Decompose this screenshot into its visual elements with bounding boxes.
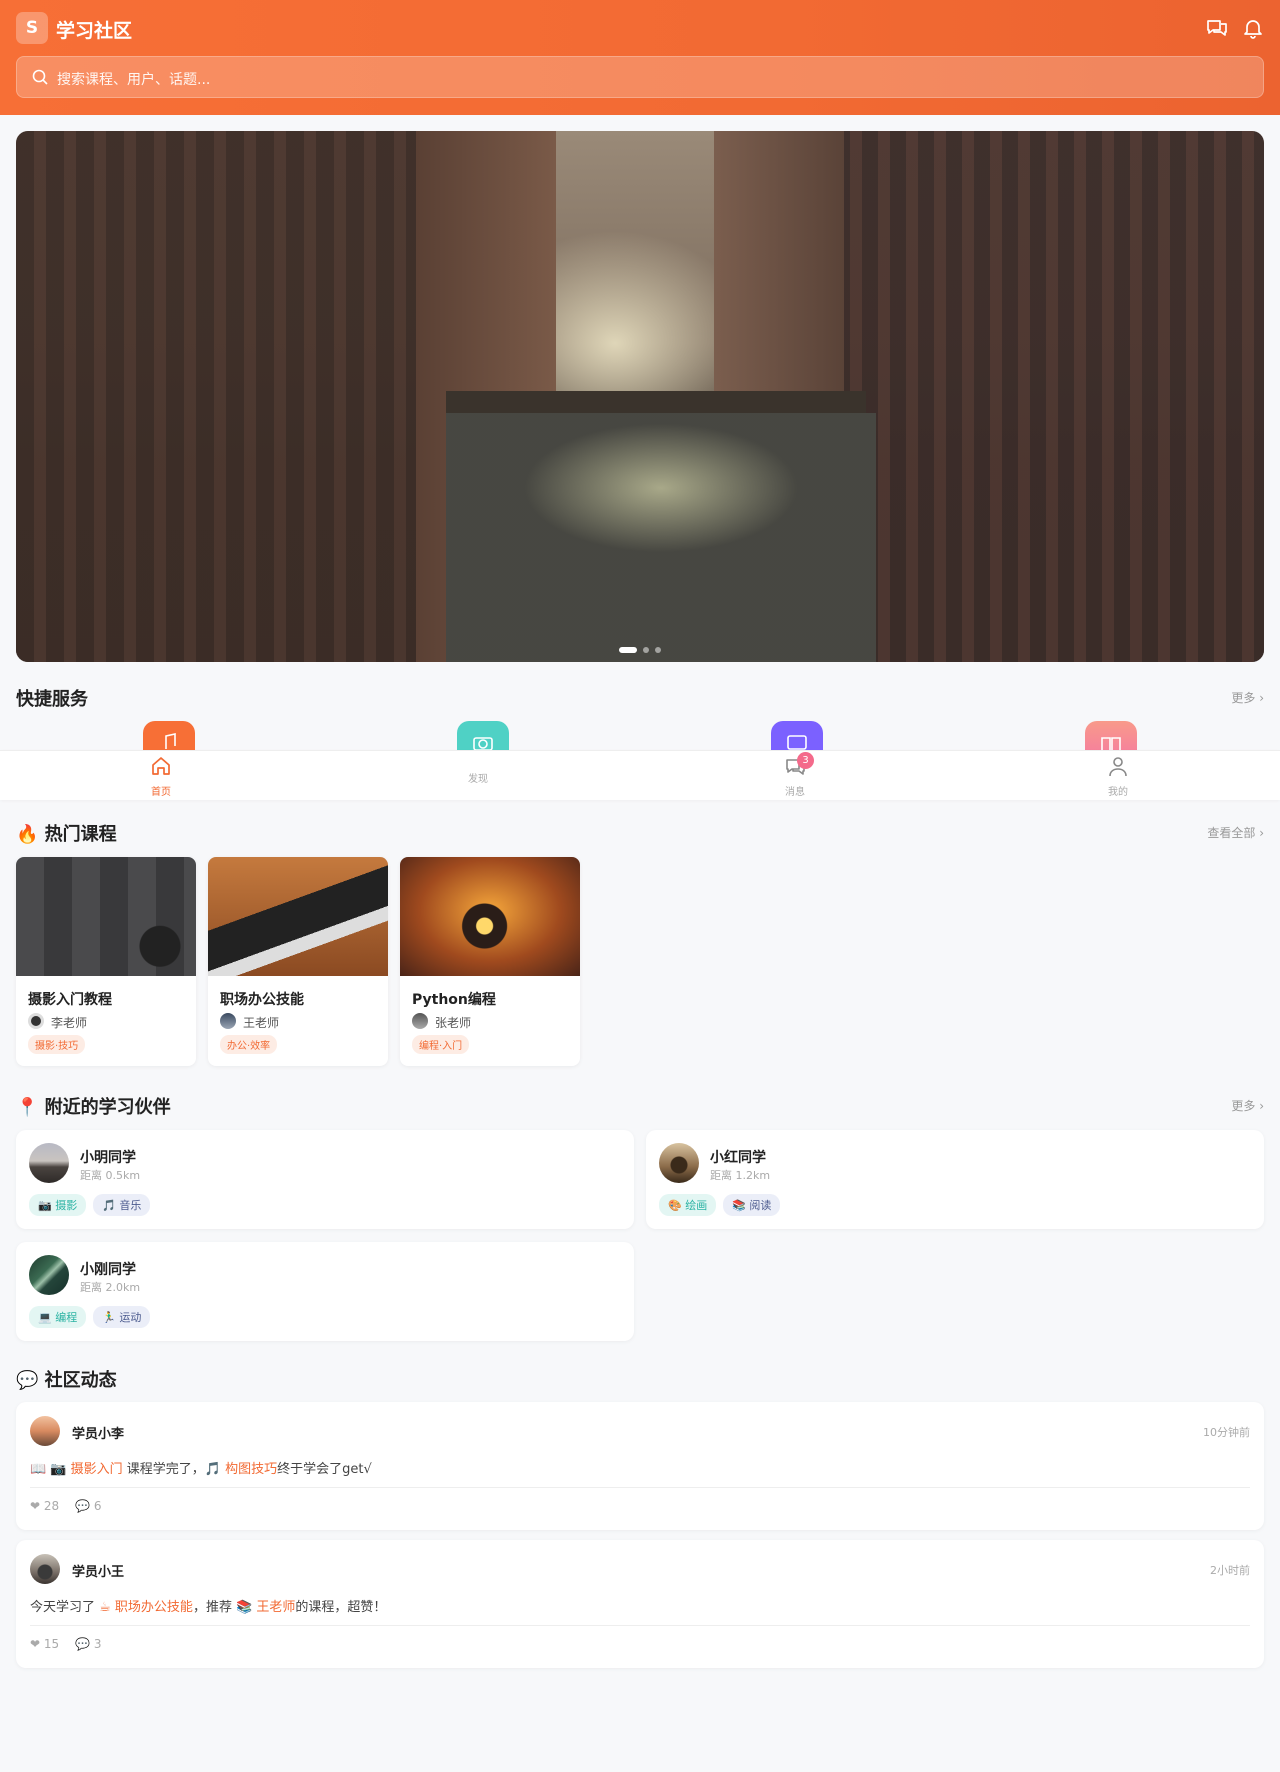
bell-icon[interactable]: [1241, 16, 1265, 40]
post-body: 📖 📷 摄影入门 课程学完了，🎵 构图技巧终于学会了get√: [30, 1462, 372, 1477]
post-author: 学员小李: [72, 1427, 125, 1442]
course-tag: 摄影·技巧: [28, 1035, 86, 1054]
post-link[interactable]: 📷 摄影入门: [50, 1462, 122, 1477]
app-logo[interactable]: S: [16, 12, 48, 44]
avatar: [28, 1013, 44, 1029]
quick-service-camera[interactable]: [457, 721, 509, 751]
book-icon: [1101, 737, 1121, 751]
tab-label: 首页: [151, 787, 171, 798]
carousel-dot[interactable]: [643, 647, 649, 653]
course-tag: 编程·入门: [412, 1035, 470, 1054]
tab-label: 发现: [468, 774, 488, 785]
interest-tag: 📚 阅读: [723, 1194, 781, 1216]
user-distance: 距离 0.5km: [80, 1169, 141, 1182]
hot-courses-title: 🔥 热门课程: [16, 824, 117, 845]
course-card[interactable]: 职场办公技能 王老师 办公·效率: [208, 857, 388, 1066]
tab-messages[interactable]: 3 消息: [765, 751, 825, 801]
search-icon: [31, 68, 49, 86]
tab-discover[interactable]: 发现: [448, 751, 508, 801]
avatar: [29, 1143, 69, 1183]
tab-profile[interactable]: 我的: [1088, 751, 1148, 801]
user-name: 小刚同学: [80, 1262, 136, 1278]
interest-tag: 🎨 绘画: [659, 1194, 717, 1216]
course-author: 李老师: [51, 1016, 88, 1030]
interest-tag: 🎵 音乐: [93, 1194, 151, 1216]
avatar: [412, 1013, 428, 1029]
chat-icon: [787, 735, 807, 750]
comment-count[interactable]: 💬 3: [75, 1637, 101, 1651]
user-name: 小红同学: [710, 1150, 766, 1166]
like-count[interactable]: ❤ 15: [30, 1637, 59, 1651]
course-author: 张老师: [435, 1016, 472, 1030]
post-author: 学员小王: [72, 1565, 125, 1580]
tab-label: 我的: [1108, 787, 1128, 798]
post-link[interactable]: 🎵 构图技巧: [205, 1462, 277, 1477]
chat-bubbles-icon[interactable]: [1205, 16, 1229, 40]
divider: [30, 1625, 1250, 1626]
carousel-dots[interactable]: [619, 647, 661, 653]
camera-icon: [473, 737, 493, 751]
carousel-dot[interactable]: [655, 647, 661, 653]
carousel-dot[interactable]: [619, 647, 637, 653]
app-header: S 学习社区 搜索课程、用户、话题...: [0, 0, 1280, 115]
quick-service-book[interactable]: [1085, 721, 1137, 751]
quick-service-music[interactable]: [143, 721, 195, 751]
search-placeholder: 搜索课程、用户、话题...: [57, 72, 211, 88]
comment-count[interactable]: 💬 6: [75, 1499, 101, 1513]
course-thumbnail: [400, 857, 580, 976]
home-icon: [152, 757, 170, 775]
app-title: 学习社区: [56, 20, 133, 42]
course-thumbnail: [208, 857, 388, 976]
interest-tag: 🏃‍♂️ 运动: [93, 1306, 151, 1328]
avatar: [30, 1416, 60, 1446]
course-author: 王老师: [243, 1016, 280, 1030]
post-link[interactable]: 📚 王老师: [236, 1600, 295, 1615]
avatar: [220, 1013, 236, 1029]
quick-service-chat[interactable]: [771, 721, 823, 751]
nearby-user-card[interactable]: 小明同学 距离 0.5km 📷 摄影 🎵 音乐: [16, 1130, 634, 1229]
nearby-more-link[interactable]: 更多 ›: [1231, 1097, 1264, 1114]
course-title: Python编程: [412, 992, 496, 1008]
course-thumbnail: [16, 857, 196, 976]
search-input[interactable]: 搜索课程、用户、话题...: [16, 56, 1264, 98]
avatar: [29, 1255, 69, 1295]
user-icon: [1109, 757, 1127, 777]
avatar: [659, 1143, 699, 1183]
user-distance: 距离 1.2km: [710, 1169, 771, 1182]
interest-tag: 💻 编程: [29, 1306, 87, 1328]
divider: [30, 1487, 1250, 1488]
tab-label: 消息: [785, 787, 805, 798]
music-icon: [165, 733, 176, 749]
user-distance: 距离 2.0km: [80, 1281, 141, 1294]
community-posts-title: 💬 社区动态: [16, 1370, 117, 1391]
post-time: 2小时前: [1210, 1564, 1250, 1577]
banner-carousel[interactable]: [16, 131, 1264, 662]
course-title: 摄影入门教程: [28, 992, 112, 1008]
bottom-tab-bar: 首页 发现 3 消息 我的: [0, 750, 1280, 800]
course-tag: 办公·效率: [220, 1035, 278, 1054]
quick-services-more-link[interactable]: 更多 ›: [1231, 689, 1264, 706]
nearby-partners-title: 📍 附近的学习伙伴: [16, 1097, 171, 1118]
community-post[interactable]: 学员小李 10分钟前 📖 📷 摄影入门 课程学完了，🎵 构图技巧终于学会了get…: [16, 1402, 1264, 1530]
nearby-user-card[interactable]: 小红同学 距离 1.2km 🎨 绘画 📚 阅读: [646, 1130, 1264, 1229]
post-time: 10分钟前: [1203, 1426, 1250, 1439]
like-count[interactable]: ❤ 28: [30, 1499, 59, 1513]
community-post[interactable]: 学员小王 2小时前 今天学习了 ☕ 职场办公技能，推荐 📚 王老师的课程，超赞！…: [16, 1540, 1264, 1668]
interest-tag: 📷 摄影: [29, 1194, 87, 1216]
unread-badge: 3: [797, 752, 814, 769]
course-title: 职场办公技能: [220, 992, 304, 1008]
course-card[interactable]: 摄影入门教程 李老师 摄影·技巧: [16, 857, 196, 1066]
avatar: [30, 1554, 60, 1584]
user-name: 小明同学: [80, 1150, 136, 1166]
tab-home[interactable]: 首页: [131, 751, 191, 801]
banner-image: [16, 131, 436, 662]
course-card[interactable]: Python编程 张老师 编程·入门: [400, 857, 580, 1066]
post-link[interactable]: ☕ 职场办公技能: [99, 1600, 193, 1615]
post-body: 今天学习了 ☕ 职场办公技能，推荐 📚 王老师的课程，超赞！: [30, 1600, 387, 1615]
nearby-user-card[interactable]: 小刚同学 距离 2.0km 💻 编程 🏃‍♂️ 运动: [16, 1242, 634, 1341]
view-all-courses-link[interactable]: 查看全部 ›: [1207, 824, 1264, 841]
quick-services-title: 快捷服务: [16, 689, 88, 710]
